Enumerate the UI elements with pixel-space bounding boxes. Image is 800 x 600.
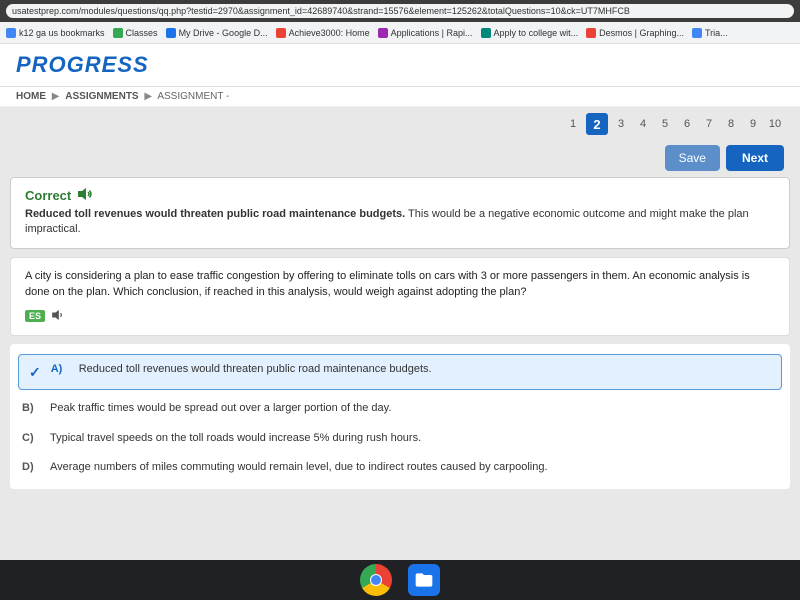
bookmark-desmos[interactable]: Desmos | Graphing... [586,28,684,38]
bookmark-label-achieve: Achieve3000: Home [289,28,370,38]
bookmark-icon-desmos [586,28,596,38]
bookmark-classes[interactable]: Classes [113,28,158,38]
save-button[interactable]: Save [665,145,720,171]
page-4[interactable]: 4 [634,115,652,133]
page-header: PROGRESS [0,44,800,87]
bookmark-icon-classes [113,28,123,38]
page-5[interactable]: 5 [656,115,674,133]
answer-letter-b: B) [22,401,40,416]
bookmark-label-apply: Apply to college wit... [494,28,579,38]
correct-text-label: Correct [25,188,71,203]
page-8[interactable]: 8 [722,115,740,133]
page-6[interactable]: 6 [678,115,696,133]
bookmark-label-tria: Tria... [705,28,728,38]
breadcrumb-sep1: ▶ [52,91,60,102]
bookmark-label-applications: Applications | Rapi... [391,28,473,38]
answer-text-b: Peak traffic times would be spread out o… [50,401,778,416]
browser-bar: usatestprep.com/modules/questions/qq.php… [0,0,800,22]
answer-row-b[interactable]: B) Peak traffic times would be spread ou… [10,394,790,423]
bookmark-tria[interactable]: Tria... [692,28,728,38]
bookmark-applications[interactable]: Applications | Rapi... [378,28,473,38]
chrome-taskbar-icon[interactable] [360,564,392,596]
es-badge: ES [25,310,45,322]
page-3[interactable]: 3 [612,115,630,133]
breadcrumb: HOME ▶ ASSIGNMENTS ▶ ASSIGNMENT - [0,87,800,107]
bookmark-achieve[interactable]: Achieve3000: Home [276,28,370,38]
page-10[interactable]: 10 [766,115,784,133]
answer-text-c: Typical travel speeds on the toll roads … [50,431,778,446]
main-content: PROGRESS HOME ▶ ASSIGNMENTS ▶ ASSIGNMENT… [0,44,800,560]
answer-row-a[interactable]: ✓ A) Reduced toll revenues would threate… [18,354,782,391]
breadcrumb-current: ASSIGNMENT - [157,91,229,102]
files-taskbar-icon[interactable] [408,564,440,596]
progress-logo: PROGRESS [16,52,784,78]
page-9[interactable]: 9 [744,115,762,133]
page-7[interactable]: 7 [700,115,718,133]
bookmark-label-desmos: Desmos | Graphing... [599,28,684,38]
breadcrumb-home[interactable]: HOME [16,91,46,102]
question-box: A city is considering a plan to ease tra… [10,257,790,336]
correct-bold-text: Reduced toll revenues would threaten pub… [25,208,405,220]
answer-letter-d: D) [22,460,40,475]
page-2-active[interactable]: 2 [586,113,608,135]
answer-letter-c: C) [22,431,40,446]
correct-feedback-text: Reduced toll revenues would threaten pub… [25,207,775,238]
answer-text-a: Reduced toll revenues would threaten pub… [79,362,771,377]
bookmark-icon-tria [692,28,702,38]
bookmark-drive[interactable]: My Drive - Google D... [166,28,268,38]
answers-box: ✓ A) Reduced toll revenues would threate… [10,344,790,489]
answer-text-d: Average numbers of miles commuting would… [50,460,778,475]
url-bar[interactable]: usatestprep.com/modules/questions/qq.php… [6,4,794,18]
bookmark-k12[interactable]: k12 ga us bookmarks [6,28,105,38]
bookmark-icon-achieve [276,28,286,38]
bookmark-icon-k12 [6,28,16,38]
check-mark-a: ✓ [29,363,41,383]
bookmark-icon-drive [166,28,176,38]
bookmark-label-classes: Classes [126,28,158,38]
speaker-icon[interactable] [77,188,93,203]
correct-label: Correct [25,188,775,203]
bookmark-icon-applications [378,28,388,38]
breadcrumb-assignments[interactable]: ASSIGNMENTS [65,91,138,102]
question-icons: ES [25,307,775,325]
answer-row-d[interactable]: D) Average numbers of miles commuting wo… [10,453,790,482]
question-speaker-icon[interactable] [51,307,65,325]
button-row: Save Next [0,141,800,177]
bookmarks-bar: k12 ga us bookmarks Classes My Drive - G… [0,22,800,44]
breadcrumb-sep2: ▶ [144,91,152,102]
question-text: A city is considering a plan to ease tra… [25,268,775,301]
url-text: usatestprep.com/modules/questions/qq.php… [12,6,630,16]
answer-row-c[interactable]: C) Typical travel speeds on the toll roa… [10,424,790,453]
next-button[interactable]: Next [726,145,784,171]
bookmark-label-k12: k12 ga us bookmarks [19,28,105,38]
taskbar [0,560,800,600]
bookmark-icon-apply [481,28,491,38]
bookmark-label-drive: My Drive - Google D... [179,28,268,38]
pagination: 1 2 3 4 5 6 7 8 9 10 [0,107,800,141]
page-1[interactable]: 1 [564,115,582,133]
correct-feedback-box: Correct Reduced toll revenues would thre… [10,177,790,249]
answer-letter-a: A) [51,362,69,377]
bookmark-apply[interactable]: Apply to college wit... [481,28,579,38]
